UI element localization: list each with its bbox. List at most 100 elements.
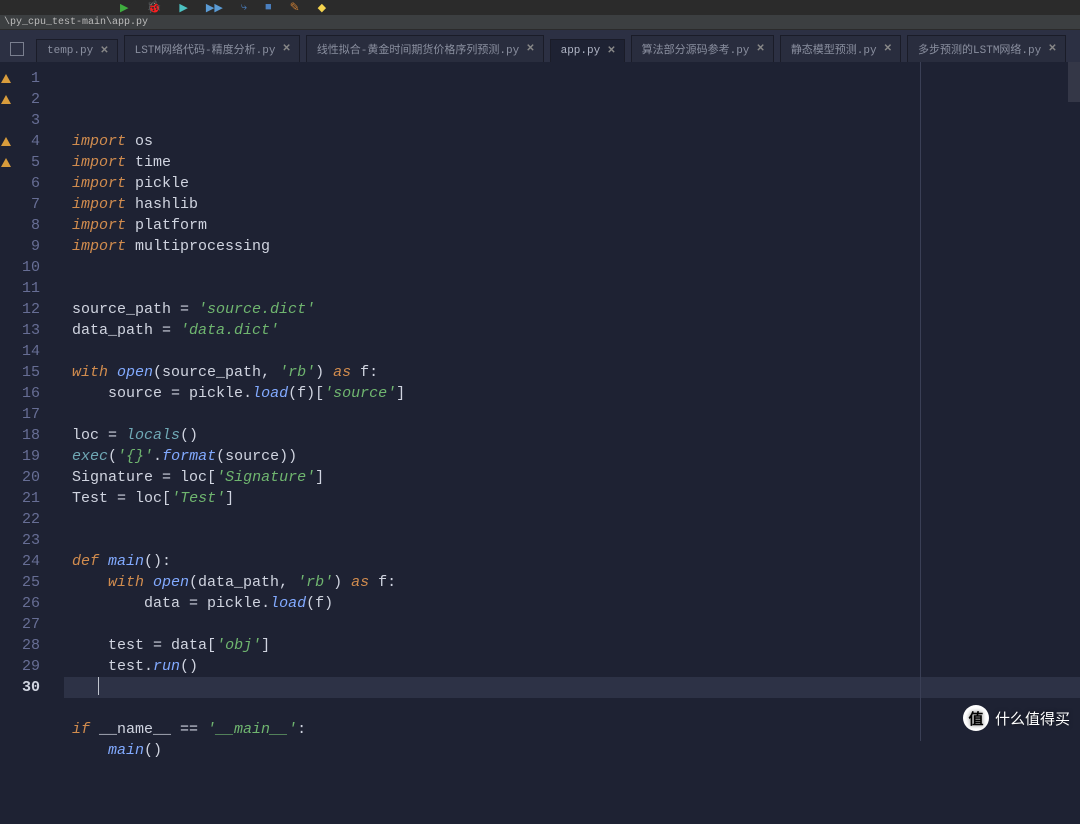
watermark-text: 什么值得买 (995, 708, 1070, 729)
warning-icon[interactable] (1, 95, 11, 104)
scrollbar-thumb[interactable] (1068, 62, 1080, 102)
run-icon[interactable]: ▶ (120, 1, 128, 15)
warning-icon[interactable] (1, 158, 11, 167)
text-caret (98, 677, 99, 695)
code-line[interactable] (72, 341, 1080, 362)
code-line[interactable] (72, 698, 1080, 719)
code-line[interactable]: data_path = 'data.dict' (72, 320, 1080, 341)
code-line[interactable]: data = pickle.load(f) (72, 593, 1080, 614)
tab-label: temp.py (47, 45, 93, 57)
close-icon[interactable]: ✕ (756, 43, 764, 55)
warning-icon[interactable] (1, 137, 11, 146)
code-line[interactable]: exec('{}'.format(source)) (72, 446, 1080, 467)
line-number[interactable]: 10 (16, 257, 40, 278)
tab-2[interactable]: 线性拟合-黄金时间期货价格序列预测.py ✕ (306, 35, 544, 62)
edit-icon[interactable]: ✎ (290, 0, 300, 15)
line-number[interactable]: 17 (16, 404, 40, 425)
code-line[interactable]: import time (72, 152, 1080, 173)
line-number[interactable]: 11 (16, 278, 40, 299)
line-number[interactable]: 6 (16, 173, 40, 194)
line-number[interactable]: 5 (16, 152, 40, 173)
line-number[interactable]: 21 (16, 488, 40, 509)
line-number[interactable]: 7 (16, 194, 40, 215)
line-number[interactable]: 19 (16, 446, 40, 467)
code-line[interactable] (72, 530, 1080, 551)
line-number[interactable]: 23 (16, 530, 40, 551)
close-icon[interactable]: ✕ (282, 43, 290, 55)
close-icon[interactable]: ✕ (884, 43, 892, 55)
line-number[interactable]: 8 (16, 215, 40, 236)
code-line[interactable] (72, 404, 1080, 425)
code-line[interactable]: import pickle (72, 173, 1080, 194)
line-number[interactable]: 18 (16, 425, 40, 446)
code-line[interactable] (72, 509, 1080, 530)
line-number[interactable]: 25 (16, 572, 40, 593)
tab-label: LSTM网络代码-精度分析.py (135, 41, 276, 57)
line-number[interactable]: 4 (16, 131, 40, 152)
code-line[interactable]: import hashlib (72, 194, 1080, 215)
file-path-bar: \py_cpu_test-main\app.py (0, 16, 1080, 30)
line-number[interactable]: 28 (16, 635, 40, 656)
panel-toggle-icon[interactable] (10, 42, 24, 56)
code-line[interactable]: source_path = 'source.dict' (72, 299, 1080, 320)
stop-icon[interactable]: ■ (265, 2, 272, 14)
tab-label: 算法部分源码参考.py (642, 41, 750, 57)
code-line[interactable]: test = data['obj'] (72, 635, 1080, 656)
code-line[interactable]: def main(): (72, 551, 1080, 572)
code-line[interactable]: import os (72, 131, 1080, 152)
line-number[interactable]: 27 (16, 614, 40, 635)
code-line[interactable]: with open(source_path, 'rb') as f: (72, 362, 1080, 383)
line-number[interactable]: 14 (16, 341, 40, 362)
code-line[interactable]: if __name__ == '__main__': (72, 719, 1080, 740)
code-line[interactable] (72, 614, 1080, 635)
code-line[interactable]: source = pickle.load(f)['source'] (72, 383, 1080, 404)
code-line[interactable]: loc = locals() (72, 425, 1080, 446)
profile-icon[interactable]: ▶▶ (206, 1, 223, 15)
debug-icon[interactable]: 🐞 (146, 0, 161, 15)
line-number[interactable]: 29 (16, 656, 40, 677)
close-icon[interactable]: ✕ (1048, 43, 1056, 55)
close-icon[interactable]: ✕ (526, 43, 534, 55)
tab-4[interactable]: 算法部分源码参考.py ✕ (631, 35, 774, 62)
top-toolbar: ▶ 🐞 ▶ ▶▶ ⤷ ■ ✎ ◆ (0, 0, 1080, 16)
line-number-gutter: 1234567891011121314151617181920212223242… (12, 62, 48, 741)
code-line[interactable]: with open(data_path, 'rb') as f: (72, 572, 1080, 593)
line-number[interactable]: 13 (16, 320, 40, 341)
code-line[interactable] (72, 278, 1080, 299)
line-number[interactable]: 3 (16, 110, 40, 131)
tab-1[interactable]: LSTM网络代码-精度分析.py ✕ (124, 35, 300, 62)
line-number[interactable]: 26 (16, 593, 40, 614)
tab-strip: temp.py✕LSTM网络代码-精度分析.py✕线性拟合-黄金时间期货价格序列… (0, 30, 1080, 62)
tab-6[interactable]: 多步预测的LSTM网络.py✕ (907, 35, 1066, 62)
coverage-icon[interactable]: ▶ (179, 1, 187, 15)
warning-icon[interactable] (1, 74, 11, 83)
code-line[interactable]: import platform (72, 215, 1080, 236)
close-icon[interactable]: ✕ (100, 45, 108, 57)
line-number[interactable]: 30 (16, 677, 40, 698)
code-line[interactable]: main() (72, 740, 1080, 761)
code-area[interactable]: import osimport timeimport pickleimport … (64, 62, 1080, 741)
code-line[interactable]: Signature = loc['Signature'] (72, 467, 1080, 488)
code-line[interactable]: import multiprocessing (72, 236, 1080, 257)
tab-label: 线性拟合-黄金时间期货价格序列预测.py (317, 41, 519, 57)
tab-5[interactable]: 静态模型预测.py✕ (780, 35, 901, 62)
tab-0[interactable]: temp.py ✕ (36, 39, 118, 62)
line-number[interactable]: 2 (16, 89, 40, 110)
line-number[interactable]: 1 (16, 68, 40, 89)
line-number[interactable]: 12 (16, 299, 40, 320)
line-number[interactable]: 16 (16, 383, 40, 404)
tab-3[interactable]: app.py✕ (550, 39, 625, 62)
line-number[interactable]: 15 (16, 362, 40, 383)
gutter-markers (0, 62, 12, 741)
python-icon[interactable]: ◆ (318, 1, 326, 15)
code-line[interactable]: test.run() (72, 656, 1080, 677)
close-icon[interactable]: ✕ (607, 45, 615, 57)
line-number[interactable]: 20 (16, 467, 40, 488)
current-line-highlight (64, 677, 1080, 698)
line-number[interactable]: 22 (16, 509, 40, 530)
line-number[interactable]: 24 (16, 551, 40, 572)
step-icon[interactable]: ⤷ (241, 2, 247, 14)
line-number[interactable]: 9 (16, 236, 40, 257)
code-line[interactable]: Test = loc['Test'] (72, 488, 1080, 509)
code-line[interactable] (72, 257, 1080, 278)
